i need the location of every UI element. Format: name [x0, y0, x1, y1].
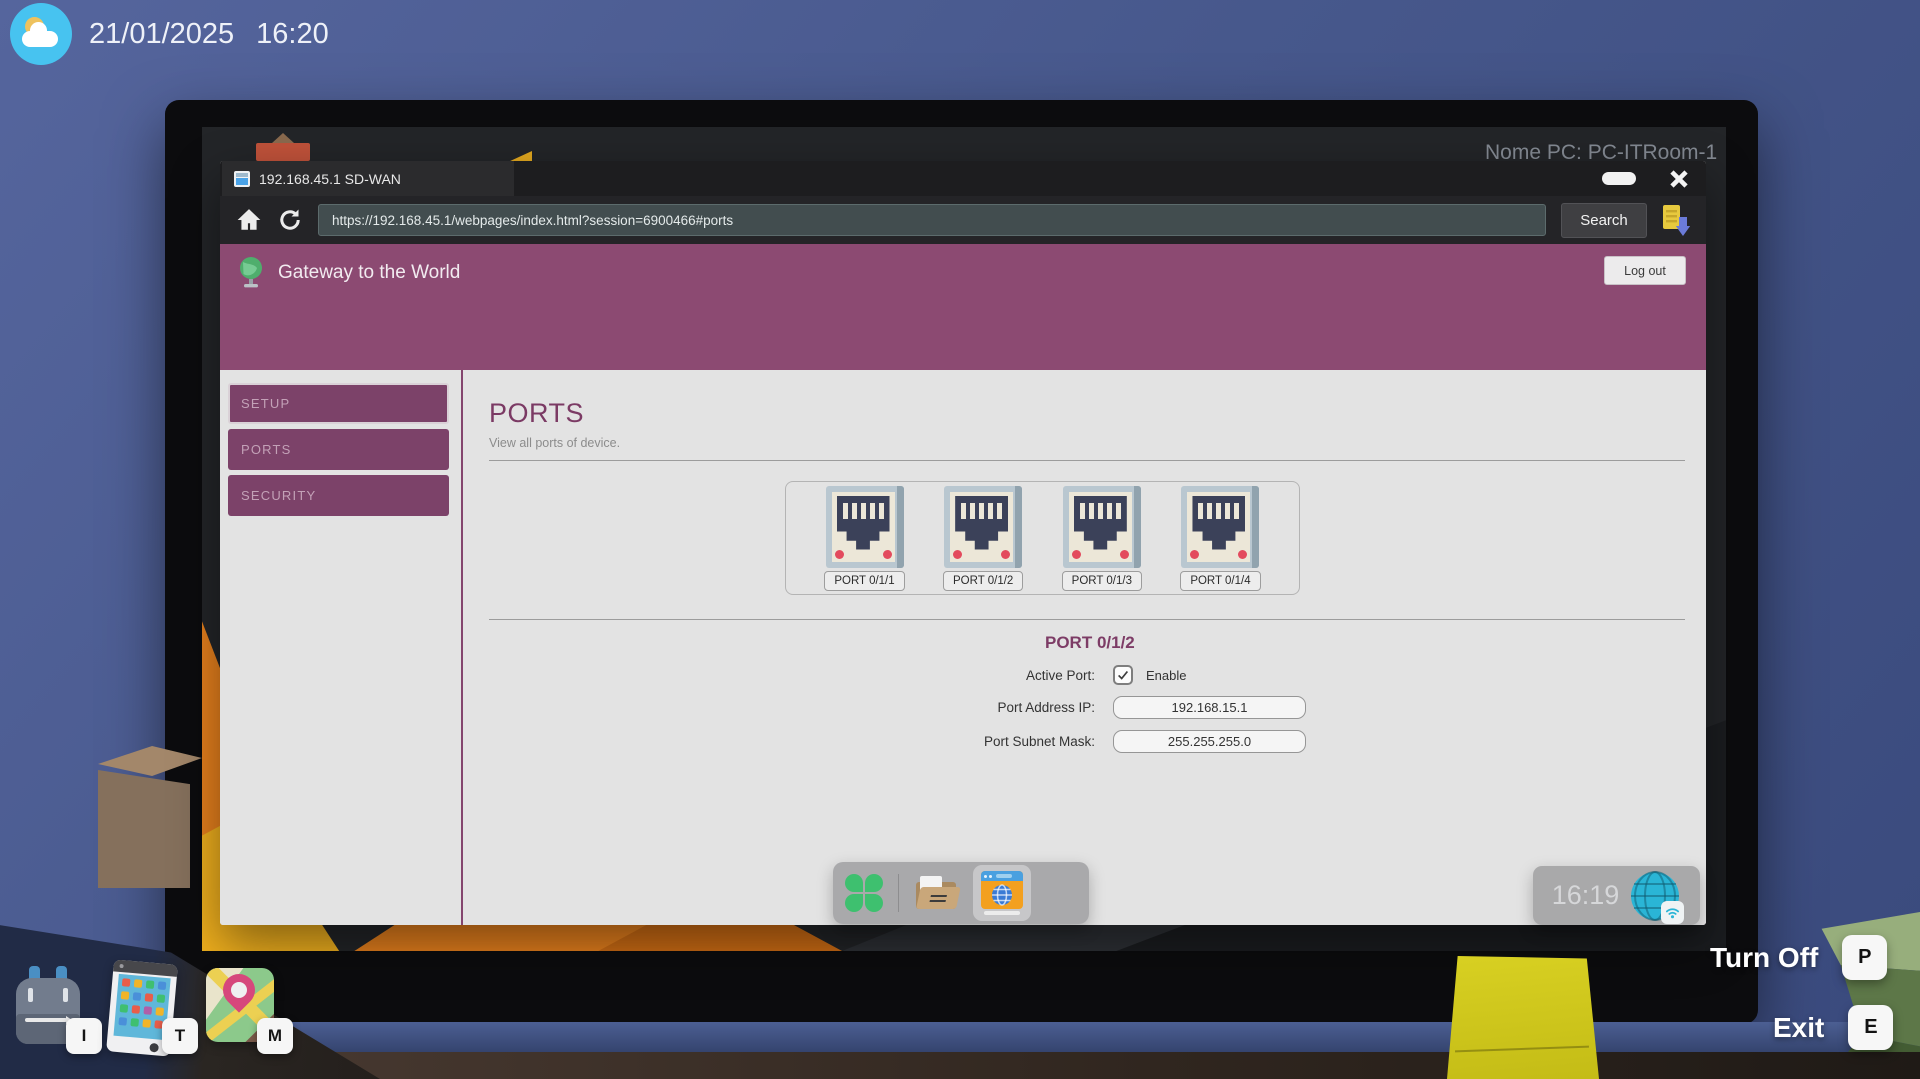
browser-app-button[interactable] [973, 865, 1031, 921]
port-mask-label: Port Subnet Mask: [819, 734, 1101, 749]
hud-clock: 21/01/2025 16:20 [10, 3, 329, 65]
os-dock [833, 862, 1089, 924]
divider [489, 460, 1685, 461]
wifi-icon [1661, 901, 1684, 924]
hud-time: 16:20 [256, 18, 329, 51]
site-brand: Gateway to the World [278, 262, 460, 284]
bookmarks-icon[interactable] [1662, 203, 1690, 237]
inventory-backpack[interactable]: I [16, 966, 82, 1052]
port-item-3[interactable]: PORT 0/1/3 [1062, 486, 1142, 591]
port-ip-label: Port Address IP: [819, 700, 1101, 715]
hud-date: 21/01/2025 [89, 18, 234, 51]
ethernet-port-icon [826, 486, 904, 568]
active-port-label: Active Port: [819, 668, 1101, 683]
port-detail-title: PORT 0/1/2 [1045, 633, 1685, 653]
inventory-tablet[interactable]: T [110, 962, 174, 1054]
hotkey-badge: M [257, 1018, 293, 1054]
file-manager-button[interactable] [914, 874, 958, 912]
page-viewport: Gateway to the World Log out SETUP PORTS… [220, 244, 1706, 925]
ethernet-port-icon [944, 486, 1022, 568]
ethernet-port-icon [1181, 486, 1259, 568]
port-item-2[interactable]: PORT 0/1/2 [943, 486, 1023, 591]
close-icon [1666, 166, 1692, 192]
system-tray[interactable]: 16:19 [1533, 866, 1700, 925]
weather-icon [10, 3, 72, 65]
hotkey-badge: T [162, 1018, 198, 1054]
browser-app-icon [981, 871, 1023, 909]
search-button[interactable]: Search [1561, 203, 1647, 238]
turn-off-label: Turn Off [1710, 942, 1818, 974]
url-input[interactable]: https://192.168.45.1/webpages/index.html… [318, 204, 1546, 236]
logout-button[interactable]: Log out [1604, 256, 1686, 285]
cardboard-box-decor [98, 746, 202, 888]
port-label: PORT 0/1/1 [824, 571, 904, 591]
enable-label: Enable [1146, 668, 1186, 683]
exit-action[interactable]: Exit E [1773, 1005, 1893, 1050]
network-globe-icon [1629, 870, 1681, 922]
page-subtitle: View all ports of device. [489, 436, 1685, 450]
browser-titlebar: 192.168.45.1 SD-WAN [220, 161, 1706, 196]
ethernet-port-icon [1063, 486, 1141, 568]
divider [489, 619, 1685, 620]
active-port-checkbox[interactable] [1113, 665, 1133, 685]
refresh-icon [278, 208, 302, 232]
start-menu-button[interactable] [845, 874, 883, 912]
exit-label: Exit [1773, 1012, 1824, 1044]
browser-tab[interactable]: 192.168.45.1 SD-WAN [222, 161, 514, 196]
port-item-4[interactable]: PORT 0/1/4 [1180, 486, 1260, 591]
main-panel: PORTS View all ports of device. PORT 0/1… [463, 370, 1706, 925]
close-button[interactable] [1664, 164, 1694, 194]
port-label: PORT 0/1/4 [1180, 571, 1260, 591]
exit-key-badge: E [1848, 1005, 1893, 1050]
sidebar-item-ports[interactable]: PORTS [228, 429, 449, 470]
refresh-button[interactable] [277, 207, 303, 233]
tab-title: 192.168.45.1 SD-WAN [259, 171, 401, 187]
port-label: PORT 0/1/2 [943, 571, 1023, 591]
browser-window: 192.168.45.1 SD-WAN https://192.168.45.1… [220, 161, 1706, 925]
port-mask-input[interactable] [1113, 730, 1306, 753]
port-label: PORT 0/1/3 [1062, 571, 1142, 591]
tray-clock: 16:19 [1552, 880, 1620, 911]
inventory-map[interactable]: M [206, 968, 274, 1042]
clover-icon [845, 874, 863, 892]
dock-divider [898, 874, 899, 912]
turn-off-key-badge: P [1842, 935, 1887, 980]
browser-favicon-icon [234, 171, 250, 187]
sidebar: SETUP PORTS SECURITY [220, 370, 463, 925]
turn-off-action[interactable]: Turn Off P [1710, 935, 1887, 980]
port-ip-input[interactable] [1113, 696, 1306, 719]
desktop-icon-partial[interactable] [256, 143, 310, 161]
sidebar-item-setup[interactable]: SETUP [228, 383, 449, 424]
game-scene: Nome PC: PC-ITRoom-1 192.168.45.1 SD-WAN [0, 0, 1920, 1079]
ports-box: PORT 0/1/1 PORT 0/1/2 [785, 481, 1300, 595]
page-title: PORTS [489, 398, 1685, 429]
url-text: https://192.168.45.1/webpages/index.html… [332, 213, 733, 228]
check-icon [1116, 668, 1130, 682]
minimize-button[interactable] [1602, 172, 1636, 185]
sticky-note [1447, 956, 1599, 1079]
active-app-indicator [984, 911, 1020, 915]
site-header: Gateway to the World Log out [220, 244, 1706, 370]
port-item-1[interactable]: PORT 0/1/1 [824, 486, 904, 591]
browser-navbar: https://192.168.45.1/webpages/index.html… [220, 196, 1706, 244]
hotkey-badge: I [66, 1018, 102, 1054]
home-icon [236, 207, 262, 233]
home-button[interactable] [236, 207, 262, 233]
globe-icon [236, 255, 266, 291]
sidebar-item-security[interactable]: SECURITY [228, 475, 449, 516]
